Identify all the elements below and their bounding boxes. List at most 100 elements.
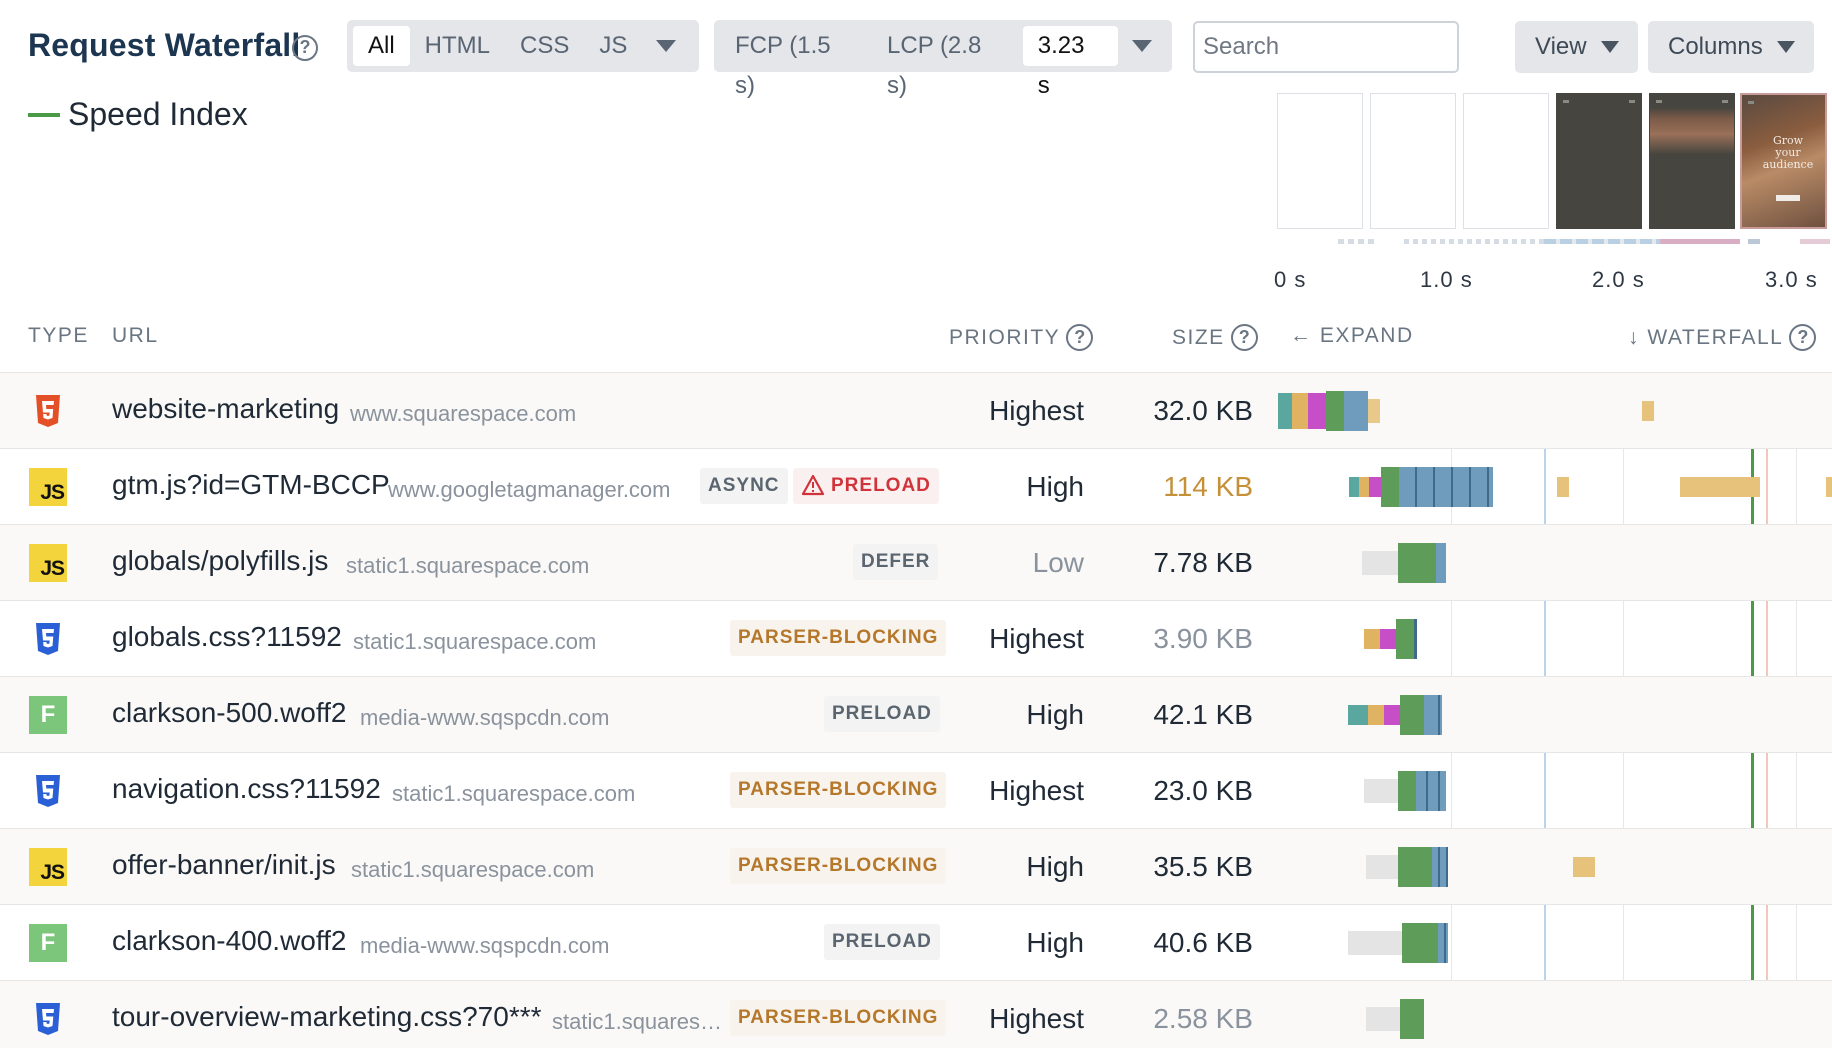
waterfall-download-segment xyxy=(1416,771,1446,811)
defer-badge: DEFER xyxy=(853,544,939,580)
table-row[interactable]: website-marketing www.squarespace.com Hi… xyxy=(0,372,1832,448)
waterfall-sort[interactable]: ↓ WATERFALL ? xyxy=(1628,324,1817,351)
legend-label: Speed Index xyxy=(68,96,248,132)
filter-all[interactable]: All xyxy=(353,26,410,66)
table-row[interactable]: globals.css?11592 static1.squarespace.co… xyxy=(0,600,1832,676)
axis-label: 0 s xyxy=(1274,267,1307,292)
marker-lcp[interactable]: LCP (2.8 s) xyxy=(872,26,1023,99)
request-size: 114 KB xyxy=(1163,471,1253,502)
filmstrip-headline: Grow your audience xyxy=(1762,134,1814,171)
waterfall-ttfb-segment xyxy=(1398,847,1432,887)
filmstrip-frame[interactable] xyxy=(1649,93,1735,229)
axis-label: 1.0 s xyxy=(1420,267,1473,292)
waterfall-wait-segment xyxy=(1366,1007,1400,1031)
table-row[interactable]: tour-overview-marketing.css?70*** static… xyxy=(0,980,1832,1048)
filter-html[interactable]: HTML xyxy=(410,26,505,66)
filmstrip-frame[interactable]: Grow your audience xyxy=(1740,93,1827,229)
progress-strip xyxy=(1748,239,1760,244)
menu-icon xyxy=(1722,100,1728,103)
toolbar: Request Waterfall ? All HTML CSS JS FCP … xyxy=(0,0,1832,99)
request-size: 23.0 KB xyxy=(1153,775,1253,806)
request-url[interactable]: navigation.css?11592 xyxy=(112,773,381,805)
css3-icon xyxy=(36,775,60,807)
request-host: static1.squarespace.com xyxy=(392,781,636,806)
legend-swatch xyxy=(28,112,60,117)
expand-label: ← EXPAND xyxy=(1290,324,1414,347)
waterfall-ttfb-segment xyxy=(1398,771,1416,811)
column-header-priority[interactable]: PRIORITY ? xyxy=(949,324,1094,351)
waterfall-cpu-segment xyxy=(1368,399,1380,423)
column-header-url[interactable]: URL xyxy=(112,324,159,348)
axis-label: 3.0 s xyxy=(1765,267,1818,292)
javascript-icon-label: JS xyxy=(40,861,65,884)
view-button-label: View xyxy=(1535,33,1587,60)
filmstrip-frame[interactable] xyxy=(1463,93,1549,229)
column-header-label: URL xyxy=(112,324,159,347)
filter-js[interactable]: JS xyxy=(584,26,642,66)
help-icon[interactable]: ? xyxy=(1789,324,1817,351)
waterfall-connect-segment xyxy=(1292,393,1308,429)
request-priority: Highest xyxy=(989,1003,1084,1034)
filmstrip-frame[interactable] xyxy=(1370,93,1456,229)
chevron-down-icon[interactable] xyxy=(656,40,677,52)
chevron-down-icon[interactable] xyxy=(1131,40,1152,52)
javascript-icon: JS xyxy=(29,544,67,582)
marker-fcp[interactable]: FCP (1.5 s) xyxy=(720,26,872,99)
waterfall-download-segment xyxy=(1424,695,1442,735)
filmstrip-frame[interactable] xyxy=(1277,93,1363,229)
filter-css[interactable]: CSS xyxy=(505,26,584,66)
expand-toggle[interactable]: ← EXPAND xyxy=(1290,324,1414,348)
column-header-label: TYPE xyxy=(28,324,89,347)
columns-button[interactable]: Columns xyxy=(1648,21,1814,73)
help-icon[interactable]: ? xyxy=(1230,324,1258,351)
waterfall-ttfb-segment xyxy=(1402,923,1438,963)
waterfall-ttfb-segment xyxy=(1400,695,1424,735)
waterfall-dns-segment xyxy=(1349,477,1359,497)
help-icon[interactable]: ? xyxy=(1066,324,1094,351)
request-url[interactable]: offer-banner/init.js xyxy=(112,849,336,881)
request-url[interactable]: globals.css?11592 xyxy=(112,621,342,653)
help-icon[interactable]: ? xyxy=(292,35,318,61)
request-host: media-www.sqspcdn.com xyxy=(360,933,610,958)
waterfall-download-segment xyxy=(1438,923,1448,963)
request-url[interactable]: clarkson-500.woff2 xyxy=(112,697,347,729)
table-row[interactable]: navigation.css?11592 static1.squarespace… xyxy=(0,752,1832,828)
request-size: 42.1 KB xyxy=(1153,699,1253,730)
waterfall-wait-segment xyxy=(1348,931,1402,955)
request-priority: Low xyxy=(1032,547,1084,578)
request-url[interactable]: tour-overview-marketing.css?70*** xyxy=(112,1001,542,1033)
request-url[interactable]: clarkson-400.woff2 xyxy=(112,925,347,957)
request-priority: High xyxy=(1026,851,1084,882)
waterfall-cpu-segment xyxy=(1680,477,1760,497)
request-url[interactable]: gtm.js?id=GTM-BCCP xyxy=(112,469,390,501)
chevron-down-icon xyxy=(1600,41,1619,53)
request-url[interactable]: website-marketing xyxy=(112,393,339,425)
javascript-icon: JS xyxy=(29,848,67,886)
waterfall-connect-segment xyxy=(1364,629,1380,649)
column-header-type[interactable]: TYPE xyxy=(28,324,89,348)
view-button[interactable]: View xyxy=(1515,21,1638,73)
filmstrip-frame[interactable] xyxy=(1556,93,1642,229)
table-row[interactable]: F clarkson-400.woff2 media-www.sqspcdn.c… xyxy=(0,904,1832,980)
column-header-size[interactable]: SIZE ? xyxy=(1172,324,1258,351)
waterfall-ttfb-segment xyxy=(1381,467,1399,507)
preload-warning-badge[interactable]: PRELOAD xyxy=(793,468,939,504)
table-row[interactable]: F clarkson-500.woff2 media-www.sqspcdn.c… xyxy=(0,676,1832,752)
waterfall-dns-segment xyxy=(1278,393,1292,429)
axis-label: 2.0 s xyxy=(1592,267,1645,292)
table-row[interactable]: JS gtm.js?id=GTM-BCCP www.googletagmanag… xyxy=(0,448,1832,524)
request-host: www.squarespace.com xyxy=(350,401,577,426)
preload-badge: PRELOAD xyxy=(824,696,940,732)
preload-warning-label: PRELOAD xyxy=(831,475,931,496)
request-url[interactable]: globals/polyfills.js xyxy=(112,545,328,577)
logo-icon xyxy=(1748,101,1754,104)
waterfall-dns-segment xyxy=(1348,705,1368,725)
marker-end[interactable]: 3.23 s xyxy=(1022,26,1118,99)
waterfall-cpu-segment xyxy=(1573,857,1595,877)
table-row[interactable]: JS globals/polyfills.js static1.squaresp… xyxy=(0,524,1832,600)
table-row[interactable]: JS offer-banner/init.js static1.squaresp… xyxy=(0,828,1832,904)
waterfall-ssl-segment xyxy=(1384,705,1400,725)
search-input[interactable] xyxy=(1193,21,1459,73)
font-icon: F xyxy=(29,696,67,734)
time-marker-filter: FCP (1.5 s) LCP (2.8 s) 3.23 s xyxy=(714,20,1172,99)
